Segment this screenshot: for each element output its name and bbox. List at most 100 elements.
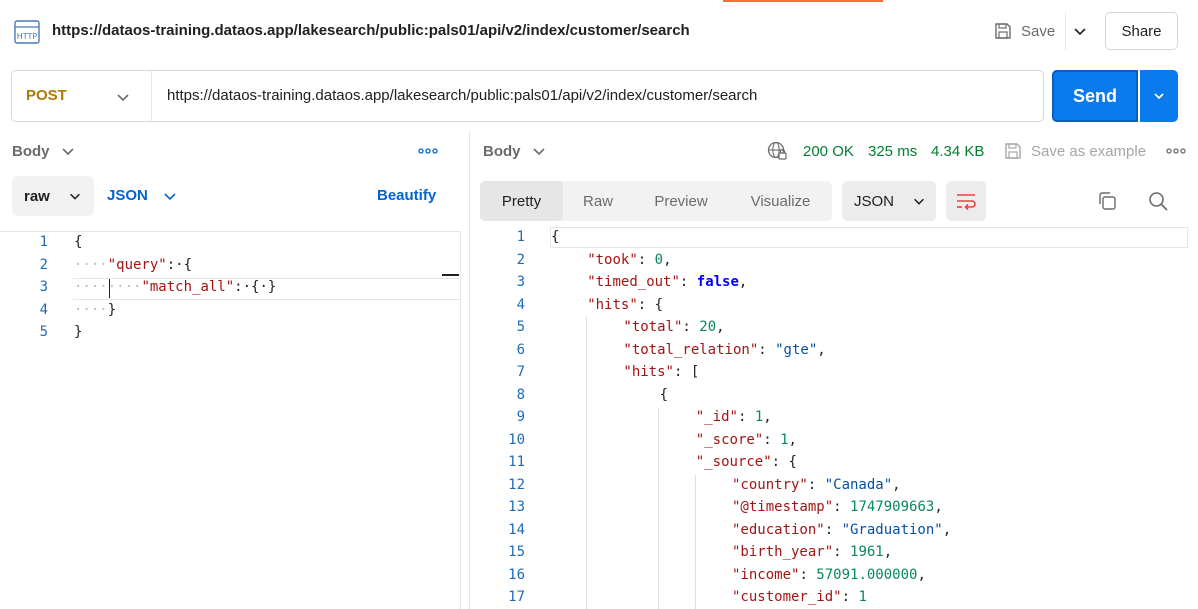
request-url-bar: POST https://dataos-training.dataos.app/… bbox=[11, 70, 1044, 122]
code-token: { bbox=[551, 229, 560, 245]
code-line: "hits": { bbox=[587, 297, 663, 313]
code-line: { bbox=[74, 234, 82, 250]
code-token: "_score" bbox=[695, 431, 764, 448]
send-button[interactable]: Send bbox=[1052, 70, 1138, 122]
line-number: 2 bbox=[39, 256, 48, 273]
wrap-lines-button[interactable] bbox=[946, 181, 986, 221]
body-language-select[interactable]: JSON bbox=[107, 187, 148, 204]
response-format-select[interactable]: JSON bbox=[842, 181, 936, 221]
body-mode-select[interactable]: raw bbox=[12, 176, 94, 216]
line-number: 11 bbox=[508, 454, 525, 470]
line-number: 5 bbox=[516, 319, 525, 335]
save-button[interactable]: Save bbox=[993, 19, 1055, 43]
indent-guide bbox=[586, 317, 587, 609]
text-cursor bbox=[109, 279, 110, 298]
whitespace-marker: ···· bbox=[74, 301, 108, 318]
code-token: "took" bbox=[587, 251, 638, 268]
response-size[interactable]: 4.34 KB bbox=[931, 143, 984, 160]
divider bbox=[151, 71, 152, 121]
search-icon[interactable] bbox=[1147, 190, 1169, 212]
whitespace-marker: ···· bbox=[74, 256, 108, 273]
code-line: "birth_year": 1961, bbox=[732, 544, 892, 560]
code-line: "took": 0, bbox=[587, 252, 671, 268]
method-select[interactable]: POST bbox=[26, 87, 67, 104]
code-token: , bbox=[917, 566, 926, 583]
code-line: ····"query":·{ bbox=[74, 257, 192, 273]
chevron-down-icon bbox=[914, 198, 924, 205]
tab-raw[interactable]: Raw bbox=[563, 181, 633, 221]
line-number: 1 bbox=[516, 229, 525, 245]
code-token: "@timestamp" bbox=[732, 499, 834, 515]
http-icon: HTTP bbox=[14, 20, 40, 44]
code-token: "timed_out" bbox=[587, 274, 680, 290]
line-number: 6 bbox=[516, 341, 525, 358]
code-token: } bbox=[74, 324, 83, 340]
code-token: , bbox=[892, 476, 901, 493]
code-token: "Canada" bbox=[824, 476, 893, 493]
save-as-example-button[interactable]: Save as example bbox=[1003, 141, 1146, 161]
beautify-button[interactable]: Beautify bbox=[377, 187, 436, 204]
line-number: 7 bbox=[516, 364, 525, 380]
code-line: "_source": { bbox=[696, 454, 797, 470]
code-token: 20 bbox=[699, 319, 717, 335]
chevron-down-icon[interactable] bbox=[1071, 22, 1089, 40]
send-options-button[interactable] bbox=[1140, 70, 1178, 122]
code-line: "education": "Graduation", bbox=[732, 522, 951, 538]
code-token: :·{·} bbox=[234, 279, 277, 295]
line-number: 17 bbox=[508, 589, 525, 605]
scroll-marker bbox=[442, 274, 459, 276]
chevron-down-icon[interactable] bbox=[162, 188, 178, 204]
response-body-tab[interactable]: Body bbox=[483, 143, 521, 160]
code-token: : bbox=[679, 274, 697, 290]
save-icon bbox=[995, 23, 1011, 39]
response-time[interactable]: 325 ms bbox=[868, 143, 917, 160]
code-line: "customer_id": 1 bbox=[732, 589, 867, 605]
code-token: false bbox=[696, 274, 739, 290]
code-token: : bbox=[833, 499, 851, 515]
status-code[interactable]: 200 OK bbox=[803, 143, 854, 160]
chevron-down-icon[interactable] bbox=[60, 143, 76, 159]
url-input[interactable]: https://dataos-training.dataos.app/lakes… bbox=[167, 87, 757, 104]
chevron-down-icon[interactable] bbox=[531, 143, 547, 159]
code-token: : bbox=[807, 476, 825, 493]
code-token: { bbox=[74, 234, 83, 250]
line-number: 9 bbox=[516, 409, 525, 425]
code-line: "income": 57091.000000, bbox=[732, 567, 926, 583]
code-token: , bbox=[716, 319, 725, 335]
more-icon[interactable] bbox=[1166, 148, 1186, 154]
chevron-down-icon bbox=[1154, 93, 1164, 100]
save-icon bbox=[1005, 143, 1021, 159]
line-number: 2 bbox=[516, 251, 525, 268]
chevron-down-icon bbox=[69, 193, 80, 200]
code-token: "customer_id" bbox=[732, 589, 842, 605]
line-number: 16 bbox=[508, 566, 525, 583]
indent-guide bbox=[695, 475, 696, 609]
tab-visualize[interactable]: Visualize bbox=[729, 181, 832, 221]
code-line: "country": "Canada", bbox=[732, 477, 901, 493]
code-line: "_score": 1, bbox=[696, 432, 797, 448]
request-title-bar: HTTP https://dataos-training.dataos.app/… bbox=[0, 0, 1198, 62]
code-token: : bbox=[841, 589, 859, 605]
code-token: : [ bbox=[673, 364, 700, 380]
request-title[interactable]: https://dataos-training.dataos.app/lakes… bbox=[52, 22, 690, 39]
more-icon[interactable] bbox=[418, 148, 438, 154]
code-token: : bbox=[833, 544, 851, 560]
body-mode-label: raw bbox=[24, 187, 50, 205]
code-token: "Graduation" bbox=[841, 521, 943, 538]
save-as-example-label: Save as example bbox=[1031, 142, 1147, 160]
code-token: 1747909663 bbox=[850, 499, 935, 515]
code-token: "country" bbox=[732, 476, 808, 493]
code-token: : bbox=[824, 521, 842, 538]
tab-preview[interactable]: Preview bbox=[633, 181, 729, 221]
line-number: 3 bbox=[39, 279, 48, 295]
line-number: 3 bbox=[516, 274, 525, 290]
request-body-tab[interactable]: Body bbox=[12, 143, 50, 160]
chevron-down-icon[interactable] bbox=[114, 88, 132, 106]
response-view-tabs: Pretty Raw Preview Visualize bbox=[480, 181, 832, 221]
code-line: "total_relation": "gte", bbox=[623, 342, 825, 358]
copy-icon[interactable] bbox=[1096, 190, 1118, 212]
globe-icon[interactable] bbox=[767, 141, 787, 161]
code-token: "education" bbox=[732, 521, 825, 538]
tab-pretty[interactable]: Pretty bbox=[480, 181, 563, 221]
share-button[interactable]: Share bbox=[1105, 12, 1178, 50]
